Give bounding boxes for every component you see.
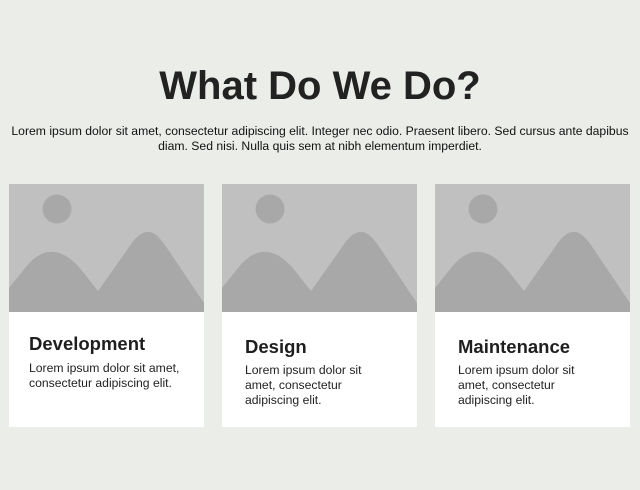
image-placeholder-icon bbox=[222, 184, 417, 312]
page-title: What Do We Do? bbox=[159, 64, 481, 108]
intro-text: Lorem ipsum dolor sit amet, consectetur … bbox=[11, 124, 629, 153]
card-text: Lorem ipsum dolor sit amet, consectetur … bbox=[29, 361, 180, 390]
card-text: Lorem ipsum dolor sit amet, consectetur … bbox=[458, 363, 575, 407]
card-title: Development bbox=[29, 333, 146, 354]
card-text: Lorem ipsum dolor sit amet, consectetur … bbox=[245, 363, 362, 407]
service-card-design: Design Lorem ipsum dolor sit amet, conse… bbox=[222, 184, 417, 427]
card-title: Maintenance bbox=[458, 336, 571, 357]
image-placeholder-icon bbox=[435, 184, 630, 312]
card-title: Design bbox=[245, 336, 307, 357]
image-placeholder-icon bbox=[9, 184, 204, 312]
service-card-development: Development Lorem ipsum dolor sit amet, … bbox=[9, 184, 204, 427]
service-card-maintenance: Maintenance Lorem ipsum dolor sit amet, … bbox=[435, 184, 630, 427]
